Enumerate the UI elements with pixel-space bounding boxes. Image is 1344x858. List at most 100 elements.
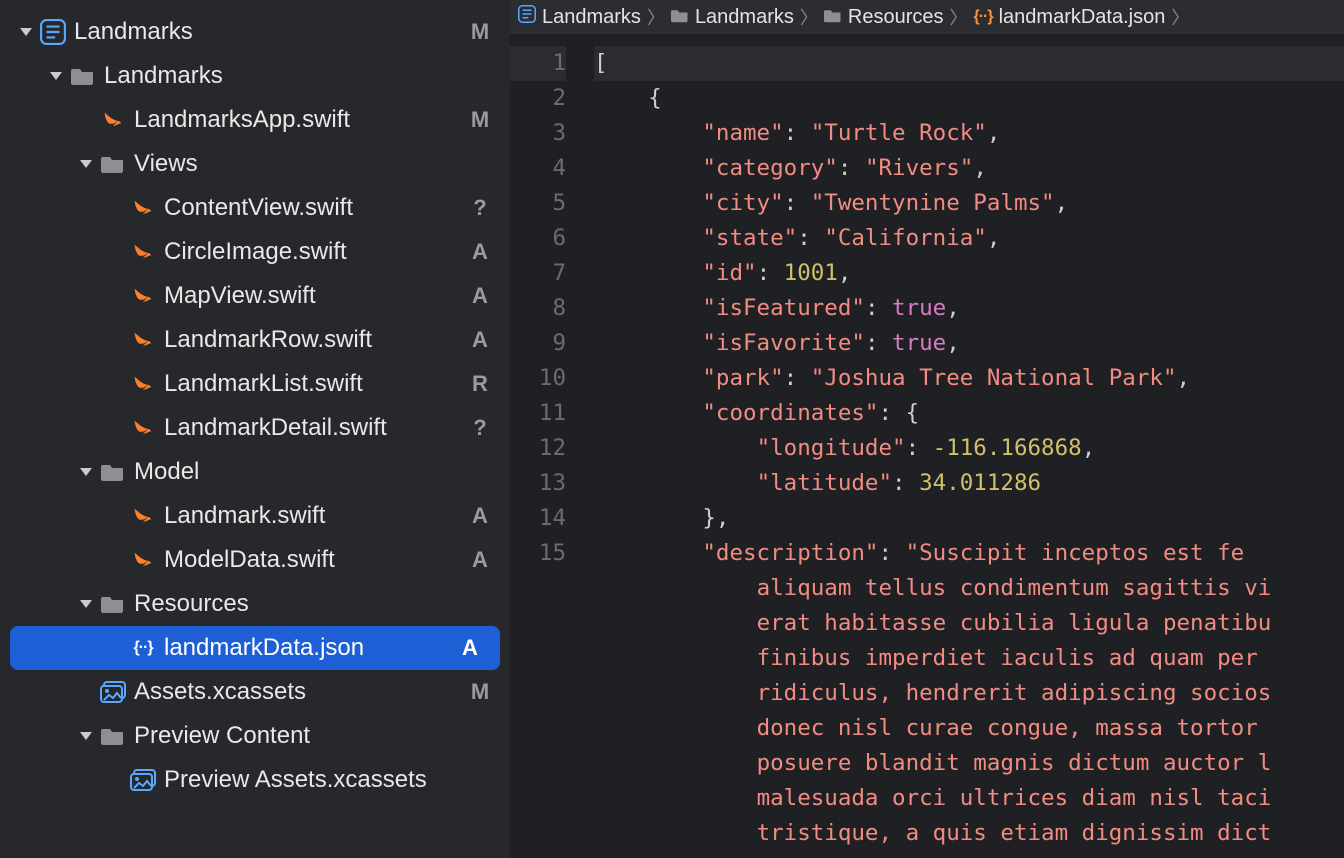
scm-status: A bbox=[458, 635, 482, 661]
tree-file-landmark[interactable]: Landmark.swift A bbox=[0, 494, 510, 538]
scm-status: A bbox=[468, 239, 492, 265]
line-number: 13 bbox=[510, 466, 566, 501]
line-number: 4 bbox=[510, 151, 566, 186]
tree-folder-landmarks[interactable]: Landmarks bbox=[0, 54, 510, 98]
json-icon: {··} bbox=[128, 639, 158, 657]
line-number: 11 bbox=[510, 396, 566, 431]
folder-icon bbox=[68, 66, 98, 86]
swift-icon bbox=[128, 329, 158, 351]
tree-item-label: CircleImage.swift bbox=[164, 238, 468, 266]
tree-item-label: LandmarkDetail.swift bbox=[164, 414, 468, 442]
tree-file-landmarkrow[interactable]: LandmarkRow.swift A bbox=[0, 318, 510, 362]
chevron-down-icon[interactable] bbox=[74, 160, 98, 168]
tree-item-label: Preview Content bbox=[134, 722, 468, 750]
tree-file-preview-assets[interactable]: Preview Assets.xcassets bbox=[0, 758, 510, 802]
tree-item-label: Views bbox=[134, 150, 468, 178]
tree-item-label: Model bbox=[134, 458, 468, 486]
breadcrumb-label: Landmarks bbox=[695, 6, 794, 29]
chevron-right-icon: 〉 bbox=[1171, 4, 1189, 30]
tree-root-landmarks[interactable]: Landmarks M bbox=[0, 10, 510, 54]
breadcrumb-item[interactable]: Landmarks bbox=[518, 5, 641, 29]
tree-file-landmarkdata-json[interactable]: {··} landmarkData.json A bbox=[10, 626, 500, 670]
tree-item-label: Landmarks bbox=[104, 62, 468, 90]
scm-status: A bbox=[468, 503, 492, 529]
scm-status: M bbox=[468, 19, 492, 45]
tree-file-assets[interactable]: Assets.xcassets M bbox=[0, 670, 510, 714]
chevron-down-icon[interactable] bbox=[74, 468, 98, 476]
breadcrumb-item[interactable]: Resources bbox=[824, 6, 944, 29]
folder-icon bbox=[98, 726, 128, 746]
tree-file-contentview[interactable]: ContentView.swift ? bbox=[0, 186, 510, 230]
line-number: 5 bbox=[510, 186, 566, 221]
breadcrumb-label: landmarkData.json bbox=[999, 6, 1166, 29]
line-number: 8 bbox=[510, 291, 566, 326]
swift-icon bbox=[128, 505, 158, 527]
assets-icon bbox=[128, 769, 158, 791]
file-tree: Landmarks M Landmarks LandmarksApp.swift… bbox=[0, 0, 510, 812]
tree-item-label: Landmarks bbox=[74, 18, 468, 46]
swift-icon bbox=[128, 197, 158, 219]
line-number: 10 bbox=[510, 361, 566, 396]
tree-file-modeldata[interactable]: ModelData.swift A bbox=[0, 538, 510, 582]
line-number-gutter: 1 2 3 4 5 6 7 8 9 10 11 12 13 14 15 bbox=[510, 34, 580, 858]
tree-item-label: LandmarksApp.swift bbox=[134, 106, 468, 134]
tree-file-landmarksapp[interactable]: LandmarksApp.swift M bbox=[0, 98, 510, 142]
tree-item-label: ModelData.swift bbox=[164, 546, 468, 574]
scm-status: A bbox=[468, 327, 492, 353]
tree-item-label: Assets.xcassets bbox=[134, 678, 468, 706]
chevron-right-icon: 〉 bbox=[949, 4, 967, 30]
chevron-down-icon[interactable] bbox=[74, 732, 98, 740]
line-number: 3 bbox=[510, 116, 566, 151]
breadcrumb-label: Resources bbox=[848, 6, 944, 29]
folder-icon bbox=[98, 594, 128, 614]
tree-item-label: LandmarkList.swift bbox=[164, 370, 468, 398]
line-number: 1 bbox=[510, 46, 566, 81]
tree-file-mapview[interactable]: MapView.swift A bbox=[0, 274, 510, 318]
breadcrumb-label: Landmarks bbox=[542, 6, 641, 29]
chevron-down-icon[interactable] bbox=[44, 72, 68, 80]
line-number: 6 bbox=[510, 221, 566, 256]
scm-status: M bbox=[468, 107, 492, 133]
tree-item-label: Landmark.swift bbox=[164, 502, 468, 530]
folder-icon bbox=[98, 462, 128, 482]
tree-file-landmarklist[interactable]: LandmarkList.swift R bbox=[0, 362, 510, 406]
tree-folder-preview-content[interactable]: Preview Content bbox=[0, 714, 510, 758]
line-number: 15 bbox=[510, 536, 566, 571]
folder-icon bbox=[671, 6, 689, 29]
folder-icon bbox=[824, 6, 842, 29]
project-navigator[interactable]: Landmarks M Landmarks LandmarksApp.swift… bbox=[0, 0, 510, 858]
scm-status: ? bbox=[468, 415, 492, 441]
line-number: 9 bbox=[510, 326, 566, 361]
tree-folder-views[interactable]: Views bbox=[0, 142, 510, 186]
code-content[interactable]: [ { "name": "Turtle Rock", "category": "… bbox=[580, 34, 1344, 858]
chevron-right-icon: 〉 bbox=[647, 4, 665, 30]
swift-icon bbox=[98, 109, 128, 131]
tree-item-label: MapView.swift bbox=[164, 282, 468, 310]
tree-item-label: Preview Assets.xcassets bbox=[164, 766, 468, 794]
tree-item-label: LandmarkRow.swift bbox=[164, 326, 468, 354]
chevron-right-icon: 〉 bbox=[800, 4, 818, 30]
tree-folder-model[interactable]: Model bbox=[0, 450, 510, 494]
app-icon bbox=[518, 5, 536, 29]
editor-pane: Landmarks 〉 Landmarks 〉 Resources 〉 {··}… bbox=[510, 0, 1344, 858]
swift-icon bbox=[128, 549, 158, 571]
tree-file-landmarkdetail[interactable]: LandmarkDetail.swift ? bbox=[0, 406, 510, 450]
breadcrumb[interactable]: Landmarks 〉 Landmarks 〉 Resources 〉 {··}… bbox=[510, 0, 1344, 34]
line-number: 7 bbox=[510, 256, 566, 291]
breadcrumb-item[interactable]: {··} landmarkData.json bbox=[973, 6, 1165, 29]
tree-folder-resources[interactable]: Resources bbox=[0, 582, 510, 626]
chevron-down-icon[interactable] bbox=[74, 600, 98, 608]
tree-file-circleimage[interactable]: CircleImage.swift A bbox=[0, 230, 510, 274]
line-number: 2 bbox=[510, 81, 566, 116]
scm-status: ? bbox=[468, 195, 492, 221]
chevron-down-icon[interactable] bbox=[14, 28, 38, 36]
folder-icon bbox=[98, 154, 128, 174]
scm-status: A bbox=[468, 547, 492, 573]
code-editor[interactable]: 1 2 3 4 5 6 7 8 9 10 11 12 13 14 15 [ { … bbox=[510, 34, 1344, 858]
line-number: 14 bbox=[510, 501, 566, 536]
json-icon: {··} bbox=[973, 8, 992, 26]
scm-status: A bbox=[468, 283, 492, 309]
tree-item-label: ContentView.swift bbox=[164, 194, 468, 222]
swift-icon bbox=[128, 241, 158, 263]
breadcrumb-item[interactable]: Landmarks bbox=[671, 6, 794, 29]
